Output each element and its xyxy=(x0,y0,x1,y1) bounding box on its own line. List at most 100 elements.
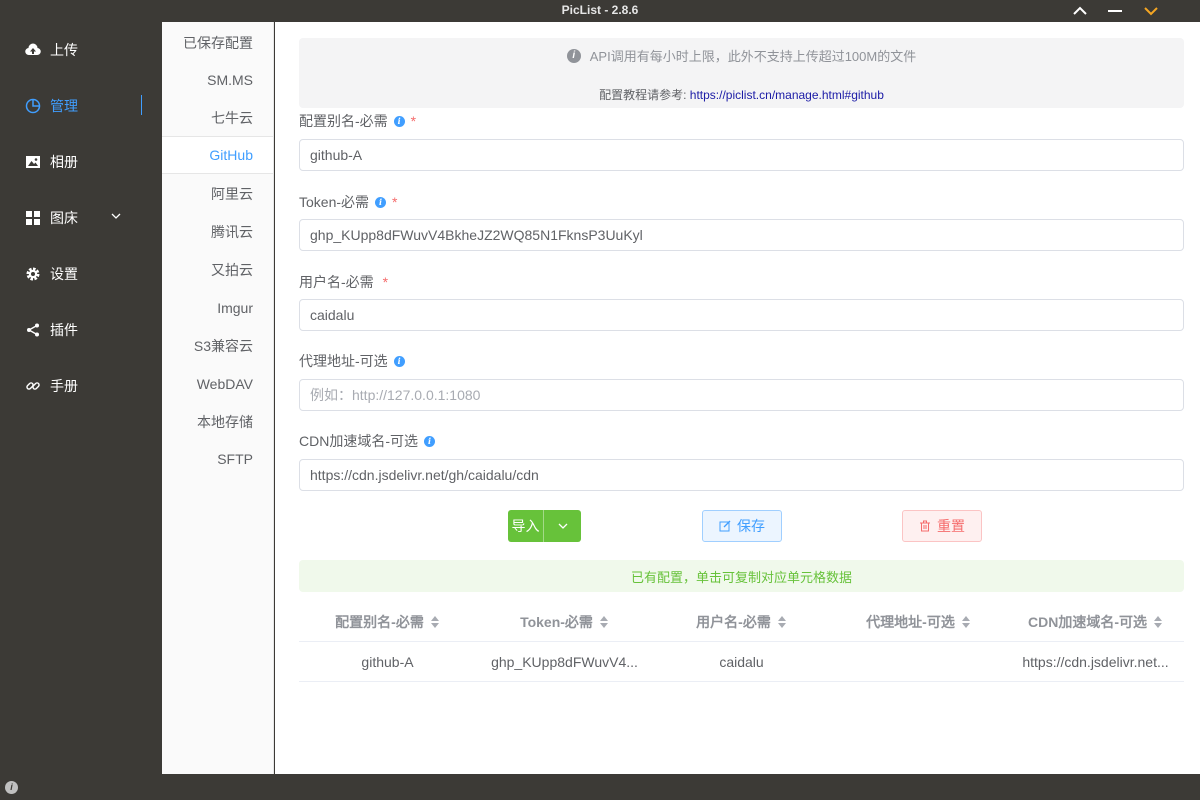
picbed-aliyun[interactable]: 阿里云 xyxy=(162,175,273,213)
import-label[interactable]: 导入 xyxy=(508,510,544,542)
proxy-label-text: 代理地址-可选 xyxy=(299,353,388,369)
picbed-github[interactable]: GitHub xyxy=(162,136,273,174)
picbed-sftp[interactable]: SFTP xyxy=(162,440,273,478)
minimize-icon[interactable] xyxy=(1106,2,1124,20)
chevron-up-icon[interactable] xyxy=(1071,2,1089,20)
table-cell[interactable] xyxy=(830,642,1007,681)
link-icon xyxy=(24,377,42,395)
username-input[interactable] xyxy=(299,299,1184,331)
picbed-imgur[interactable]: Imgur xyxy=(162,289,273,327)
nav-upload-label: 上传 xyxy=(50,42,78,58)
nav-manual-label: 手册 xyxy=(50,378,78,394)
nav-picbed-label: 图床 xyxy=(50,210,78,226)
sort-icon[interactable] xyxy=(430,615,440,629)
alias-input[interactable] xyxy=(299,139,1184,171)
nav-picbed[interactable]: 图床 xyxy=(0,190,162,246)
nav-settings-label: 设置 xyxy=(50,266,78,282)
window-title: PicList - 2.8.6 xyxy=(561,3,639,17)
saved-configs-table: 配置别名-必需 Token-必需 用户名-必需 代理地址-可选 CDN加速域名-… xyxy=(299,602,1184,682)
info-icon[interactable]: i xyxy=(5,781,18,794)
cloud-upload-icon xyxy=(24,41,42,59)
nav-manual[interactable]: 手册 xyxy=(0,358,162,414)
edit-icon xyxy=(719,520,731,532)
save-button[interactable]: 保存 xyxy=(702,510,782,542)
reset-button[interactable]: 重置 xyxy=(902,510,982,542)
sort-icon[interactable] xyxy=(961,615,971,629)
column-header[interactable]: Token-必需 xyxy=(476,602,653,641)
picbed-qiniu[interactable]: 七牛云 xyxy=(162,99,273,137)
image-icon xyxy=(24,153,42,171)
table-row: github-A ghp_KUpp8dFWuvV4... caidalu htt… xyxy=(299,642,1184,682)
column-header[interactable]: 配置别名-必需 xyxy=(299,602,476,641)
gear-icon xyxy=(24,265,42,283)
pie-chart-icon xyxy=(24,97,42,115)
info-icon[interactable]: i xyxy=(393,115,405,127)
grid-icon xyxy=(24,209,42,227)
import-button[interactable]: 导入 xyxy=(508,510,581,542)
alias-label-text: 配置别名-必需 xyxy=(299,113,388,129)
nav-manage-label: 管理 xyxy=(50,98,78,114)
nav-upload[interactable]: 上传 xyxy=(0,22,162,78)
picbed-tencent[interactable]: 腾讯云 xyxy=(162,213,273,251)
sort-icon[interactable] xyxy=(1153,615,1163,629)
tutorial-link[interactable]: https://piclist.cn/manage.html#github xyxy=(690,88,884,102)
nav-manage[interactable]: 管理 xyxy=(0,78,162,134)
chevron-down-icon[interactable] xyxy=(1142,2,1160,20)
tutorial-prefix: 配置教程请参考: xyxy=(599,88,690,102)
required-mark: * xyxy=(382,274,389,290)
main-sidebar: 上传 管理 相册 图床 设置 插件 手册 xyxy=(0,22,162,774)
token-label-text: Token-必需 xyxy=(299,194,370,210)
info-icon[interactable]: i xyxy=(393,355,405,367)
column-header[interactable]: CDN加速域名-可选 xyxy=(1007,602,1184,641)
username-label: 用户名-必需 * xyxy=(299,272,388,292)
picbed-saved-configs[interactable]: 已保存配置 xyxy=(162,24,273,62)
column-header[interactable]: 用户名-必需 xyxy=(653,602,830,641)
cdn-input[interactable] xyxy=(299,459,1184,491)
cdn-label-text: CDN加速域名-可选 xyxy=(299,433,418,449)
cdn-label: CDN加速域名-可选 i xyxy=(299,431,435,451)
sort-icon[interactable] xyxy=(599,615,609,629)
nav-gallery[interactable]: 相册 xyxy=(0,134,162,190)
token-label: Token-必需 i * xyxy=(299,192,397,212)
sort-icon[interactable] xyxy=(777,615,787,629)
trash-icon xyxy=(920,520,930,532)
success-alert: 已有配置，单击可复制对应单元格数据 xyxy=(299,560,1184,592)
config-panel: i API调用有每小时上限，此外不支持上传超过100M的文件 配置教程请参考: … xyxy=(275,22,1200,774)
picbed-webdav[interactable]: WebDAV xyxy=(162,365,273,403)
chevron-down-icon xyxy=(111,213,121,219)
column-header[interactable]: 代理地址-可选 xyxy=(830,602,1007,641)
save-label: 保存 xyxy=(737,518,765,534)
picbed-list: 已保存配置 SM.MS 七牛云 GitHub 阿里云 腾讯云 又拍云 Imgur… xyxy=(162,22,274,774)
required-mark: * xyxy=(410,113,417,129)
nav-settings[interactable]: 设置 xyxy=(0,246,162,302)
picbed-s3[interactable]: S3兼容云 xyxy=(162,327,273,365)
reset-label: 重置 xyxy=(937,518,965,534)
notice-text: API调用有每小时上限，此外不支持上传超过100M的文件 xyxy=(589,49,917,64)
table-cell[interactable]: github-A xyxy=(299,642,476,681)
proxy-input[interactable] xyxy=(299,379,1184,411)
info-notice: i API调用有每小时上限，此外不支持上传超过100M的文件 配置教程请参考: … xyxy=(299,38,1184,108)
table-header: 配置别名-必需 Token-必需 用户名-必需 代理地址-可选 CDN加速域名-… xyxy=(299,602,1184,642)
username-label-text: 用户名-必需 xyxy=(299,274,374,290)
token-input[interactable] xyxy=(299,219,1184,251)
proxy-label: 代理地址-可选 i xyxy=(299,351,405,371)
picbed-upyun[interactable]: 又拍云 xyxy=(162,251,273,289)
title-bar: PicList - 2.8.6 xyxy=(0,0,1200,22)
status-bar: i xyxy=(0,774,1200,800)
picbed-smms[interactable]: SM.MS xyxy=(162,61,273,99)
table-cell[interactable]: https://cdn.jsdelivr.net... xyxy=(1007,642,1184,681)
nav-gallery-label: 相册 xyxy=(50,154,78,170)
nav-plugins-label: 插件 xyxy=(50,322,78,338)
info-icon: i xyxy=(566,48,581,63)
alias-label: 配置别名-必需 i * xyxy=(299,111,416,131)
chevron-down-icon[interactable] xyxy=(544,510,581,542)
table-cell[interactable]: ghp_KUpp8dFWuvV4... xyxy=(476,642,653,681)
nav-plugins[interactable]: 插件 xyxy=(0,302,162,358)
picbed-local[interactable]: 本地存储 xyxy=(162,403,273,441)
info-icon[interactable]: i xyxy=(375,196,387,208)
active-indicator xyxy=(141,95,142,115)
info-icon[interactable]: i xyxy=(424,435,435,447)
required-mark: * xyxy=(392,194,398,210)
share-icon xyxy=(24,321,42,339)
table-cell[interactable]: caidalu xyxy=(653,642,830,681)
